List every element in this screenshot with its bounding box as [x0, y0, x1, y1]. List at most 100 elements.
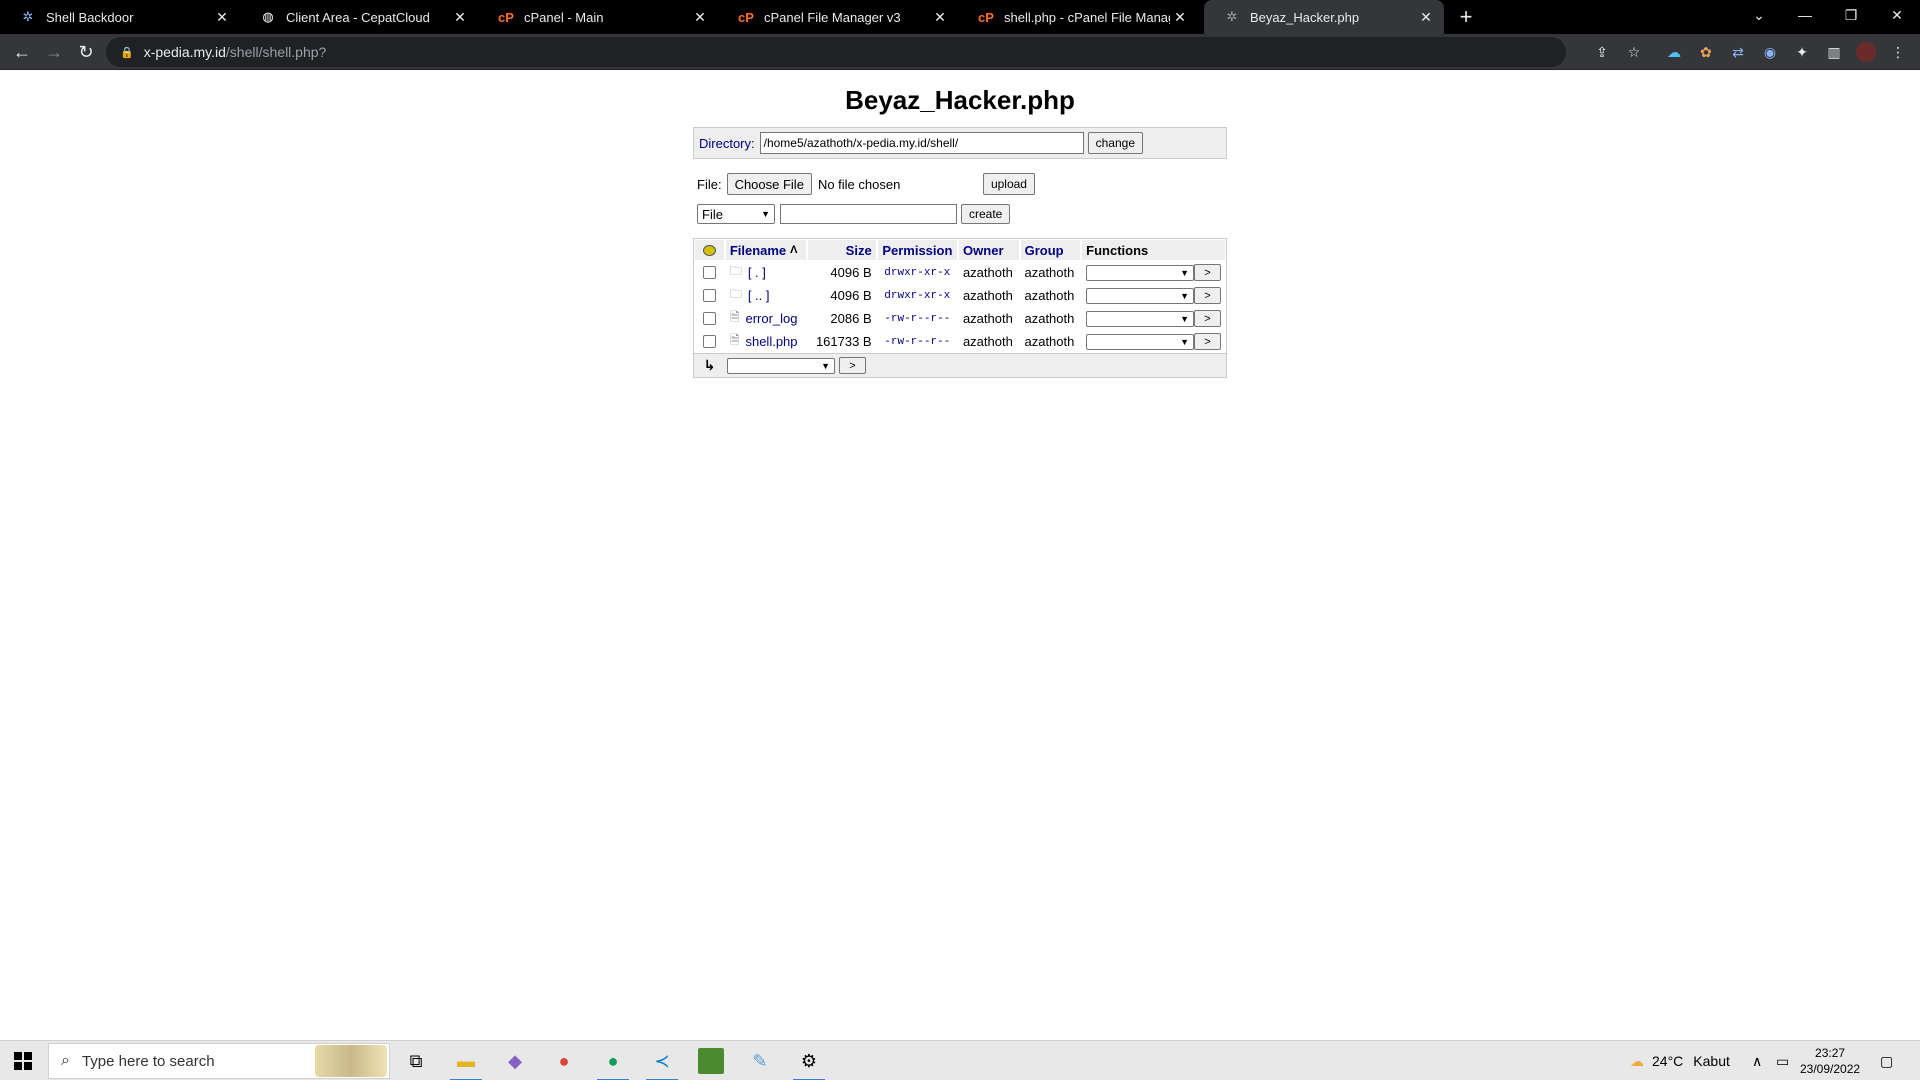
go-button[interactable]: >	[1194, 264, 1222, 281]
create-name-input[interactable]	[780, 204, 957, 224]
go-button[interactable]: >	[1194, 287, 1222, 304]
directory-bar: Directory: /home5/azathoth/x-pedia.my.id…	[693, 127, 1227, 159]
vpn-extension-icon[interactable]: ◉	[1758, 40, 1782, 64]
col-size[interactable]: Size	[808, 240, 876, 260]
close-icon[interactable]: ✕	[212, 7, 232, 27]
create-row: File ▼ create	[697, 202, 1011, 226]
folder-icon: 🗀	[729, 264, 742, 278]
avatar[interactable]	[1854, 40, 1878, 64]
new-tab-button[interactable]: +	[1454, 4, 1478, 29]
tab-4[interactable]: cP shell.php - cPanel File Manager v ✕	[958, 0, 1198, 34]
notification-icon[interactable]: ▢	[1880, 1041, 1893, 1080]
close-icon[interactable]: ✕	[930, 7, 950, 27]
chevron-down-icon: ▼	[761, 209, 770, 219]
search-highlight-illustration	[315, 1045, 387, 1077]
name-cell: 🗎 error_log	[726, 308, 806, 329]
owner-cell: azathoth	[962, 265, 1013, 280]
permission-link[interactable]: drwxr-xr-x	[884, 267, 950, 279]
row-checkbox[interactable]	[702, 266, 716, 279]
translate-extension-icon[interactable]: ⇄	[1726, 40, 1750, 64]
back-button[interactable]: ←	[8, 38, 36, 66]
close-icon[interactable]: ✕	[1416, 7, 1436, 27]
selection-arrow-icon: ↳	[703, 357, 716, 373]
share-icon[interactable]: ⇪	[1590, 40, 1614, 64]
cookie-extension-icon[interactable]: ✿	[1694, 40, 1718, 64]
network-icon[interactable]: ▭	[1776, 1041, 1789, 1080]
visual-studio-icon[interactable]: ◆	[491, 1041, 539, 1080]
tab-5[interactable]: ✲ Beyaz_Hacker.php ✕	[1204, 0, 1444, 34]
task-view-icon[interactable]: ⧉	[392, 1041, 440, 1080]
clock[interactable]: 23:27 23/09/2022	[1800, 1041, 1860, 1080]
col-permission[interactable]: Permission	[877, 240, 958, 260]
forward-button[interactable]: →	[40, 38, 68, 66]
close-window-button[interactable]: ✕	[1874, 0, 1920, 30]
tab-3[interactable]: cP cPanel File Manager v3 ✕	[718, 0, 958, 34]
menu-icon[interactable]: ⋮	[1886, 40, 1910, 64]
side-panel-icon[interactable]: ▥	[1822, 40, 1846, 64]
browser-toolbar: ← → ↻ 🔒 x-pedia.my.id /shell/shell.php? …	[0, 34, 1920, 70]
row-checkbox[interactable]	[702, 335, 716, 348]
size-cell: 161733 B	[815, 334, 872, 349]
col-group[interactable]: Group	[1020, 240, 1081, 260]
chrome-icon[interactable]: ●	[540, 1041, 588, 1080]
restore-button[interactable]: ❐	[1828, 0, 1874, 30]
file-label: File:	[697, 176, 722, 192]
address-bar[interactable]: 🔒 x-pedia.my.id /shell/shell.php?	[106, 37, 1566, 67]
close-icon[interactable]: ✕	[1170, 7, 1190, 27]
start-button[interactable]	[0, 1041, 46, 1080]
owner-cell: azathoth	[962, 288, 1013, 303]
table-row: 🗀 [ .. ] 4096 B drwxr-xr-x azathoth azat…	[694, 284, 1226, 307]
function-select[interactable]: ▼	[1086, 264, 1195, 281]
paint-icon[interactable]: ✎	[736, 1041, 784, 1080]
permission-link[interactable]: drwxr-xr-x	[884, 290, 950, 302]
close-icon[interactable]: ✕	[450, 7, 470, 27]
puzzle-icon[interactable]: ✦	[1790, 40, 1814, 64]
close-icon[interactable]: ✕	[690, 7, 710, 27]
permission-link[interactable]: -rw-r--r--	[884, 313, 950, 325]
file-name-link[interactable]: shell.php	[745, 334, 797, 349]
taskbar-search[interactable]: ⌕ Type here to search	[48, 1043, 390, 1079]
function-select[interactable]: ▼	[1086, 333, 1195, 350]
reload-button[interactable]: ↻	[72, 38, 100, 66]
function-select[interactable]: ▼	[1086, 310, 1195, 327]
tab-2[interactable]: cP cPanel - Main ✕	[478, 0, 718, 34]
tab-search-icon[interactable]: ⌄	[1736, 0, 1782, 30]
go-button[interactable]: >	[1194, 310, 1222, 327]
permission-link[interactable]: -rw-r--r--	[884, 336, 950, 348]
cloud-extension-icon[interactable]: ☁	[1662, 40, 1686, 64]
col-group-label: Group	[1024, 242, 1064, 258]
create-button[interactable]: create	[961, 204, 1011, 224]
chevron-down-icon: ▼	[1180, 336, 1190, 347]
choose-file-button[interactable]: Choose File	[726, 173, 812, 195]
tab-1[interactable]: ◍ Client Area - CepatCloud ✕	[240, 0, 478, 34]
bulk-action-select[interactable]: ▼	[727, 357, 835, 374]
bookmark-star-icon[interactable]: ☆	[1622, 40, 1646, 64]
col-owner[interactable]: Owner	[959, 240, 1019, 260]
upload-button[interactable]: upload	[982, 173, 1035, 195]
tab-0[interactable]: ✲ Shell Backdoor ✕	[0, 0, 240, 34]
weather-widget[interactable]: ☁ 24°C Kabut	[1630, 1041, 1730, 1080]
chrome-profile-icon[interactable]: ●	[589, 1041, 637, 1080]
go-button[interactable]: >	[1194, 333, 1222, 350]
file-name-link[interactable]: [ .. ]	[748, 288, 770, 303]
row-checkbox[interactable]	[702, 312, 716, 325]
file-name-link[interactable]: error_log	[745, 311, 797, 326]
file-name-link[interactable]: [ . ]	[748, 265, 766, 280]
windows-icon	[14, 1052, 32, 1070]
terminal-icon[interactable]	[687, 1041, 735, 1080]
vscode-icon[interactable]: ≺	[638, 1041, 686, 1080]
row-checkbox[interactable]	[702, 289, 716, 302]
bulk-go-button[interactable]: >	[839, 357, 866, 374]
minimize-button[interactable]: —	[1782, 0, 1828, 30]
file-explorer-icon[interactable]: ▬	[442, 1041, 490, 1080]
create-type-select[interactable]: File ▼	[697, 204, 775, 224]
settings-icon[interactable]: ⚙	[785, 1041, 833, 1080]
clock-date: 23/09/2022	[1800, 1062, 1861, 1076]
select-all-toggle[interactable]	[695, 240, 724, 260]
function-select[interactable]: ▼	[1086, 287, 1195, 304]
col-filename[interactable]: Filename Λ	[725, 240, 807, 260]
chevron-up-icon[interactable]: ∧	[1752, 1041, 1762, 1080]
group-cell: azathoth	[1024, 288, 1075, 303]
directory-input[interactable]: /home5/azathoth/x-pedia.my.id/shell/	[759, 132, 1084, 154]
change-button[interactable]: change	[1087, 132, 1143, 154]
